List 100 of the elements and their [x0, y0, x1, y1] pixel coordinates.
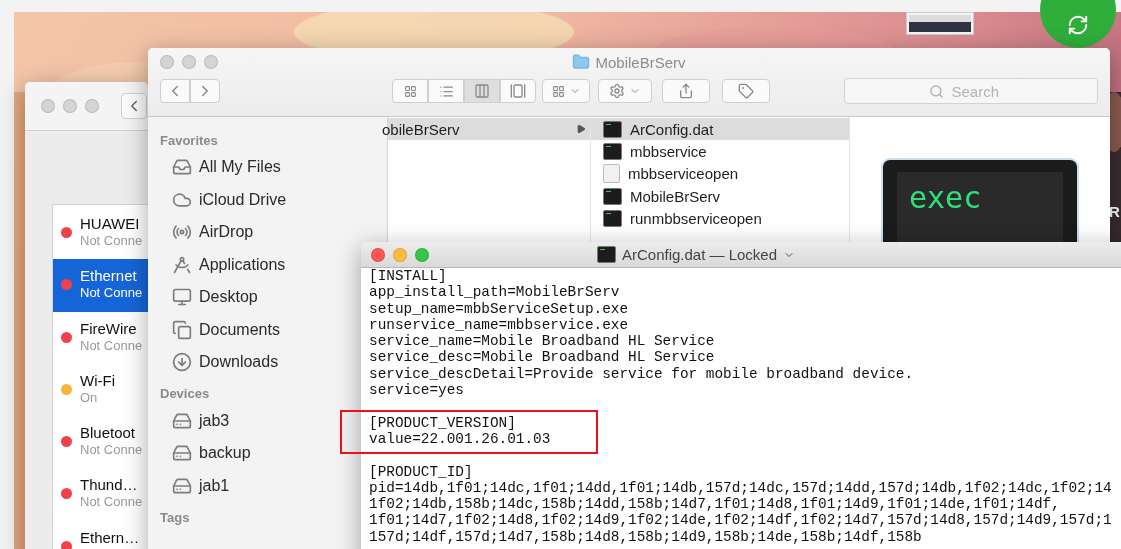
network-name: Thund… [80, 476, 139, 494]
minimize-button[interactable] [63, 99, 77, 113]
list-view-button[interactable] [428, 79, 464, 103]
forward-button[interactable] [190, 79, 220, 103]
sidebar-heading: Favorites [160, 131, 219, 150]
download-icon [172, 352, 192, 373]
terminal-icon [603, 187, 622, 205]
sidebar-item[interactable]: Applications [199, 255, 286, 274]
network-item[interactable]: FireWire Not Conne [53, 311, 148, 364]
tag-button[interactable] [722, 79, 770, 103]
terminal-icon [603, 120, 622, 138]
preview-text: exec [909, 180, 982, 215]
minimize-button[interactable] [393, 247, 407, 262]
terminal-icon [603, 209, 622, 227]
list-icon [438, 83, 454, 99]
monitor-icon [172, 287, 192, 308]
network-name: Ethern… [80, 528, 140, 546]
zoom-button[interactable] [415, 247, 429, 262]
network-status: On [80, 388, 99, 406]
text-line: runservice_name=mbbservice.exe [369, 316, 630, 334]
network-item[interactable]: HUAWEI Not Conne [53, 207, 148, 260]
close-button[interactable] [41, 99, 55, 113]
text-line: service_descDetail=Provide service for mobile broadband device. [369, 365, 915, 383]
back-button[interactable] [121, 93, 147, 119]
network-name: Ethernet [80, 267, 138, 285]
file-name: mbbserviceopen [628, 165, 739, 183]
file-row[interactable]: runmbbserviceopen [591, 207, 849, 230]
sidebar-item[interactable]: jab3 [199, 411, 230, 430]
text-line: value=22.001.26.01.03 [369, 430, 552, 448]
file-name: mbbservice [630, 142, 707, 160]
compass-icon [172, 254, 192, 275]
sidebar-item[interactable]: Documents [199, 320, 280, 339]
zoom-button[interactable] [85, 99, 99, 113]
text-line: [INSTALL] [369, 268, 448, 285]
gear-icon [609, 83, 625, 99]
search-input[interactable]: Search [949, 81, 1014, 101]
minimize-button[interactable] [182, 55, 196, 69]
network-status: Not Conne [80, 493, 143, 511]
text-line: service_desc=Mobile Broadband HL Service [369, 349, 716, 366]
pages-icon [172, 319, 192, 340]
drive-icon [172, 443, 192, 464]
search-field[interactable]: Search [844, 78, 1098, 104]
window-thumbnail[interactable] [906, 12, 974, 35]
grid-icon [551, 84, 565, 98]
network-status: Not Conne [80, 232, 143, 249]
close-button[interactable] [160, 55, 174, 69]
text-line: 157d;14df,157d;14d7,158b;14d8,158b;14d9,158b;14de,158b;14df,158b [369, 528, 923, 546]
gallery-view-button[interactable] [500, 79, 536, 103]
columns-icon [474, 83, 490, 99]
file-row[interactable]: mbbservice [591, 140, 849, 163]
gallery-icon [510, 83, 526, 99]
arrange-button[interactable] [542, 79, 590, 103]
script-icon [603, 164, 620, 184]
sidebar-item[interactable]: Desktop [199, 288, 258, 307]
window-title[interactable]: ArConfig.dat — Locked [621, 246, 778, 263]
text-line: pid=14db,1f01;14dc,1f01;14dd,1f01;14db,157d;14dc,157d;14dd,157d;14db,1f02;14dc,1f02;14 [369, 479, 1113, 497]
text-line: service=yes [369, 382, 465, 399]
sidebar-item[interactable]: backup [199, 444, 251, 463]
network-item[interactable]: Bluetoot Not Conne [53, 416, 148, 469]
share-button[interactable] [662, 79, 710, 103]
file-row[interactable]: ArConfig.dat [591, 118, 849, 141]
icon-view-button[interactable] [392, 79, 428, 103]
zoom-button[interactable] [204, 55, 218, 69]
network-status: Not Conne [80, 284, 143, 302]
folder-icon [572, 53, 591, 71]
network-name: HUAWEI [80, 215, 141, 232]
text-line: 1f02;14db,158b;14dc,158b;14dd,158b;14d7,1f01;14d8,1f01;14d9,1f01;14de,1f01;14df, [369, 496, 1061, 513]
tray-icon [172, 157, 192, 178]
close-button[interactable] [371, 247, 385, 262]
column-view-button[interactable] [464, 79, 500, 103]
grid-icon [403, 84, 417, 98]
back-button[interactable] [160, 79, 190, 103]
file-row[interactable]: mbbserviceopen [591, 162, 849, 185]
sidebar-item[interactable]: iCloud Drive [199, 190, 287, 209]
action-button[interactable] [598, 79, 652, 103]
window-title: MobileBrServ [595, 53, 686, 71]
network-name: Wi-Fi [80, 371, 115, 389]
network-item[interactable]: Ethernet Not Conne [53, 259, 148, 312]
sidebar-item[interactable]: jab1 [199, 476, 230, 495]
sidebar-item[interactable]: AirDrop [199, 223, 254, 242]
disclosure-icon [576, 124, 586, 135]
search-icon [928, 83, 944, 99]
text-line: setup_name=mbbServiceSetup.exe [369, 300, 630, 317]
text-line: service_name=Mobile Broadband HL Service [369, 333, 716, 350]
text-line: [PRODUCT_VERSION] [369, 414, 517, 431]
sidebar-item[interactable]: Downloads [199, 353, 279, 372]
desktop-label: R [1109, 203, 1120, 220]
network-item[interactable]: Ethern… [53, 520, 148, 549]
network-item[interactable]: Wi-Fi On [53, 363, 148, 417]
file-name: MobileBrServ [630, 187, 721, 205]
tag-icon [738, 83, 754, 99]
network-name: FireWire [80, 319, 138, 337]
folder-name: obileBrServ [382, 120, 460, 138]
text-line: app_install_path=MobileBrServ [369, 284, 621, 301]
network-item[interactable]: Thund… Not Conne [53, 468, 148, 521]
file-row[interactable]: MobileBrServ [591, 184, 849, 208]
network-status: Not Conne [80, 441, 143, 459]
sidebar-item[interactable]: All My Files [199, 158, 281, 177]
terminal-icon [603, 142, 622, 160]
text-line: [PRODUCT_ID] [369, 463, 474, 480]
